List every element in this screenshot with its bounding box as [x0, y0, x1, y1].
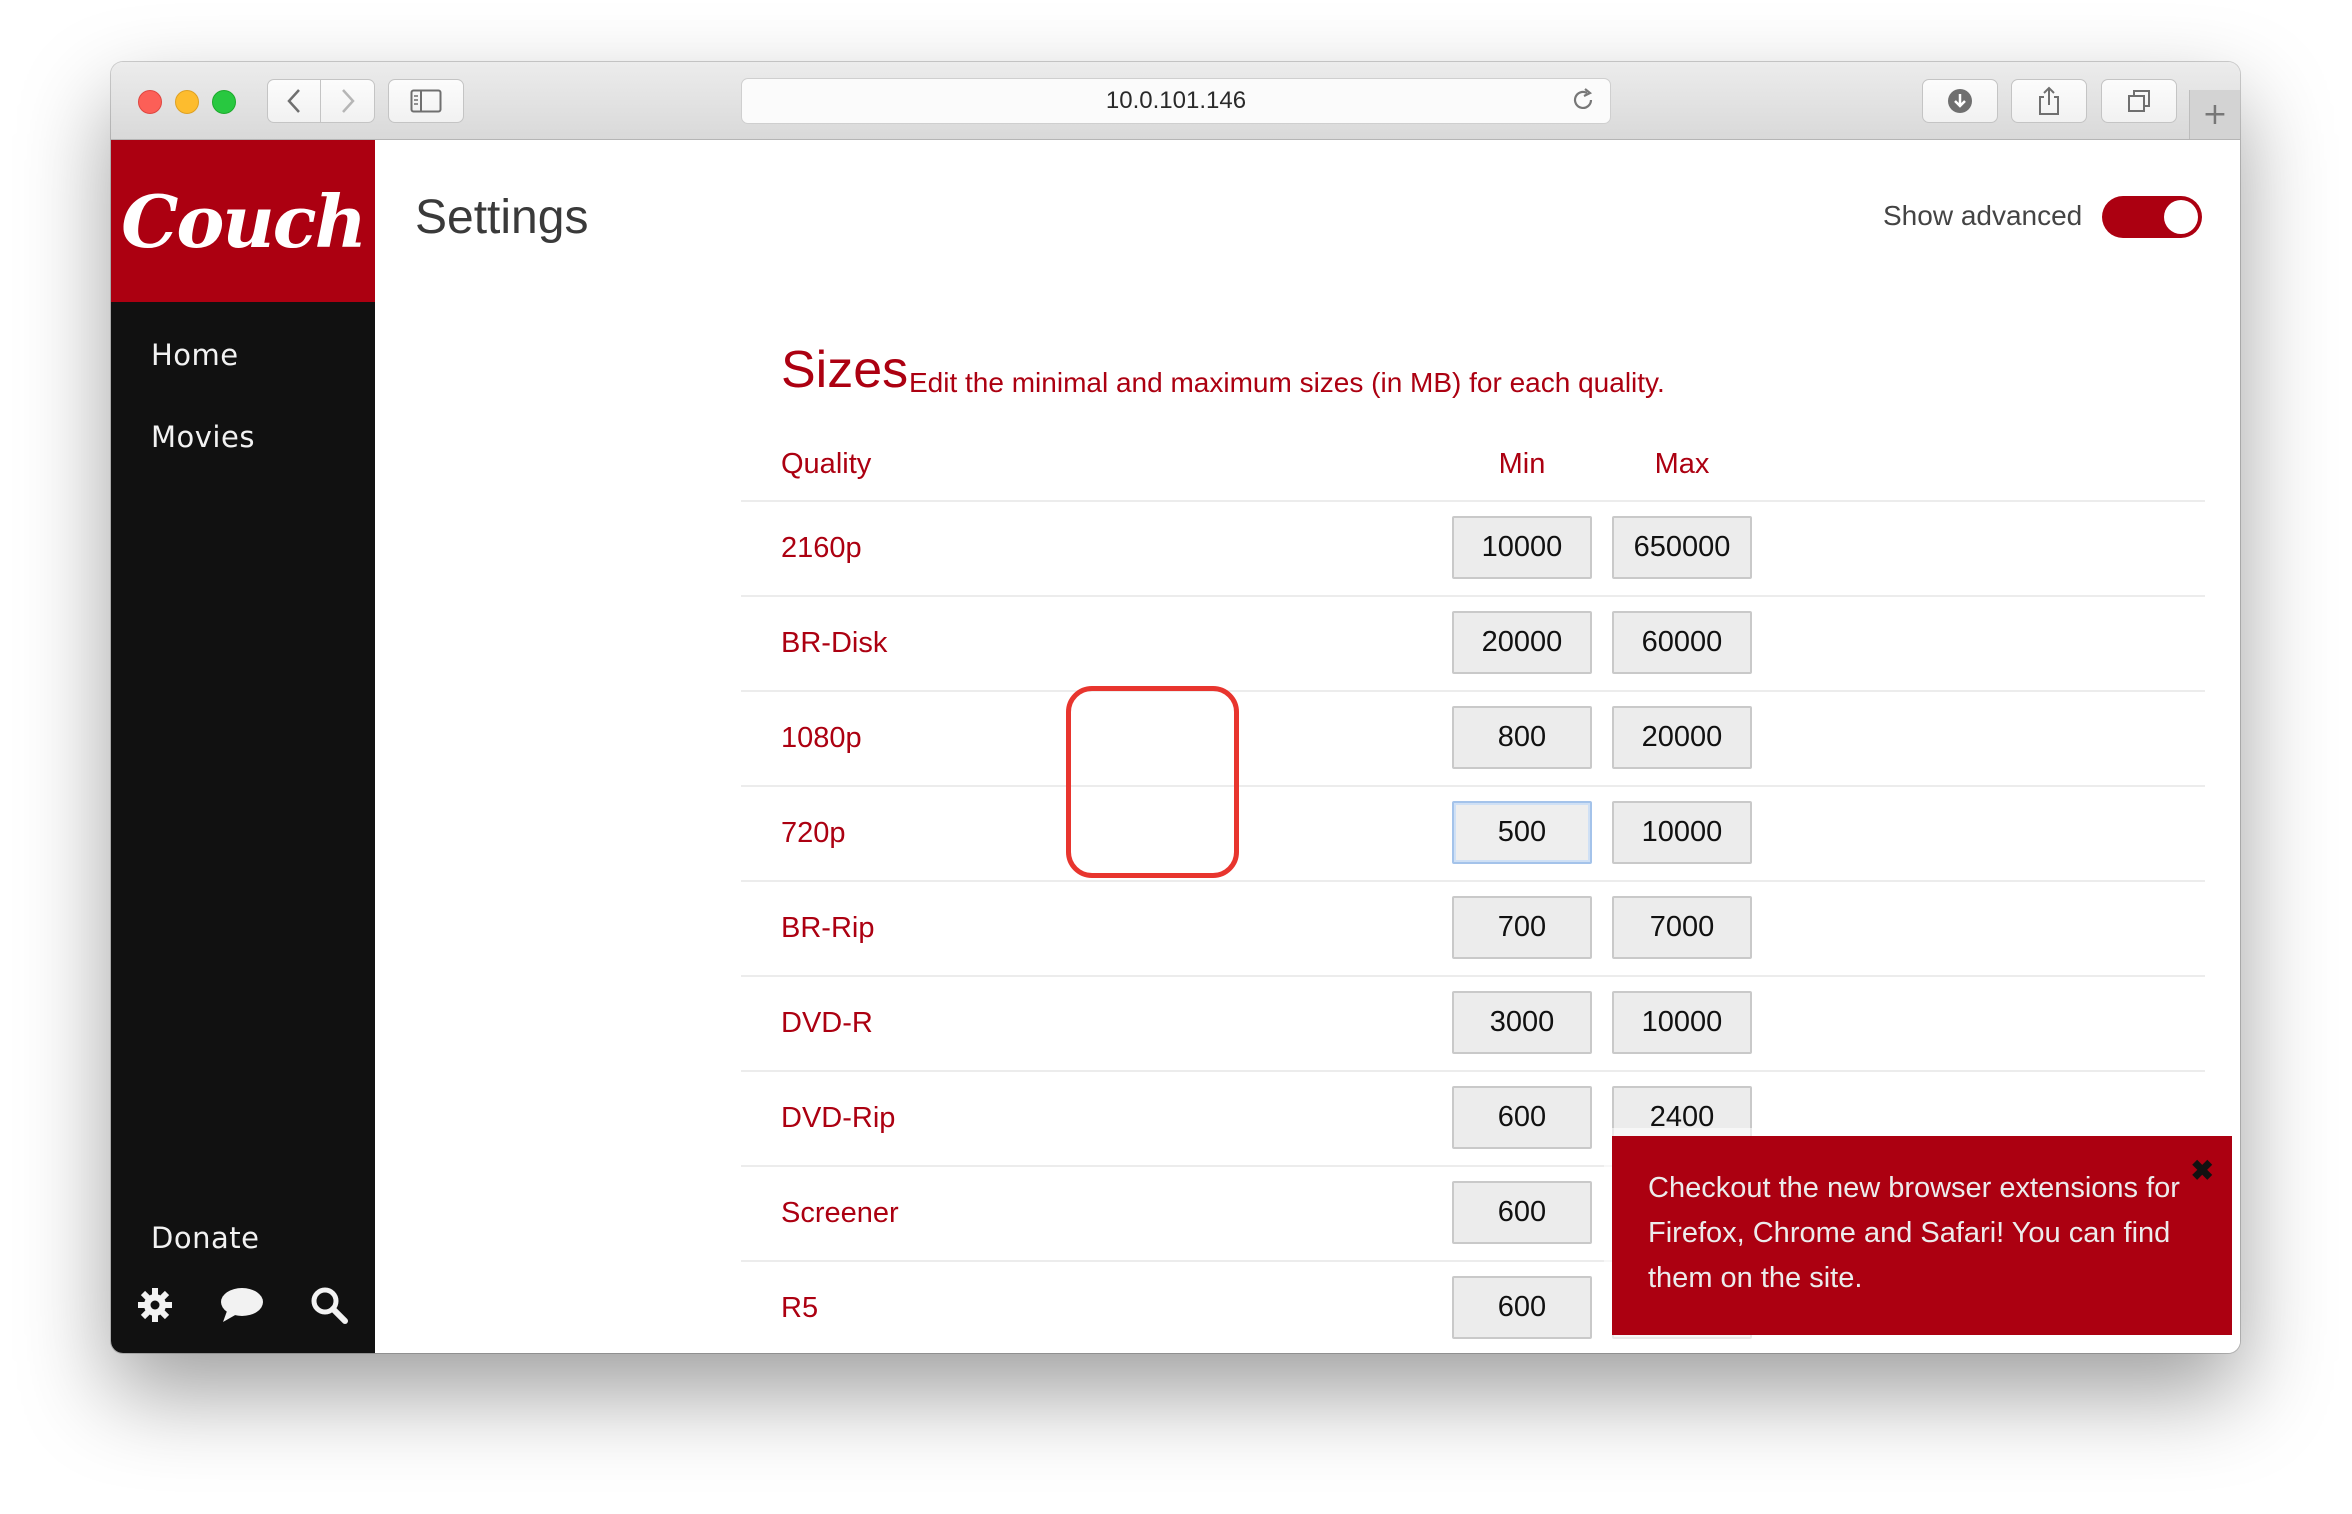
column-header-max: Max	[1654, 448, 1710, 480]
quality-label: 720p	[781, 817, 846, 849]
notification-toast: Checkout the new browser extensions for …	[1612, 1136, 2232, 1335]
sidebar-icon	[410, 89, 442, 113]
quality-label: 1080p	[781, 722, 862, 754]
min-size-input[interactable]: 600	[1452, 1086, 1592, 1149]
max-size-input[interactable]: 60000	[1612, 611, 1752, 674]
column-header-quality: Quality	[781, 448, 872, 480]
minimize-window-button[interactable]	[175, 90, 199, 114]
quality-label: BR-Disk	[781, 627, 888, 659]
quality-label: DVD-Rip	[781, 1102, 896, 1134]
sidebar: Couch Home Movies Donate	[111, 140, 375, 1353]
min-size-input[interactable]: 600	[1452, 1276, 1592, 1339]
quality-label: DVD-R	[781, 1007, 873, 1039]
max-size-input[interactable]: 7000	[1612, 896, 1752, 959]
column-header-min: Min	[1498, 448, 1546, 480]
zoom-window-button[interactable]	[212, 90, 236, 114]
quality-label: BR-Rip	[781, 912, 875, 944]
min-size-input[interactable]: 10000	[1452, 516, 1592, 579]
sidebar-item-home[interactable]: Home	[151, 338, 239, 372]
browser-toolbar: 10.0.101.146 +	[111, 62, 2240, 140]
show-advanced-toggle[interactable]	[2102, 196, 2202, 238]
reload-icon[interactable]	[1570, 87, 1596, 120]
chevron-left-icon	[287, 89, 300, 113]
show-advanced-label: Show advanced	[1883, 200, 2083, 231]
search-icon[interactable]	[309, 1285, 349, 1329]
quality-label: R5	[781, 1292, 819, 1324]
toast-message: Checkout the new browser extensions for …	[1648, 1172, 2180, 1294]
table-row: 2160p 10000 650000	[741, 502, 2205, 597]
table-row: 720p 500 10000	[741, 787, 2205, 882]
share-button[interactable]	[2011, 79, 2087, 123]
table-row: 1080p 800 20000	[741, 692, 2205, 787]
min-size-input[interactable]: 600	[1452, 1181, 1592, 1244]
max-size-input[interactable]: 10000	[1612, 991, 1752, 1054]
toggle-knob	[2164, 200, 2198, 234]
sizes-section-title: Sizes	[781, 341, 909, 399]
min-size-input[interactable]: 3000	[1452, 991, 1592, 1054]
table-row: BR-Rip 700 7000	[741, 882, 2205, 977]
quality-label: Screener	[781, 1197, 899, 1229]
chevron-right-icon	[341, 89, 355, 113]
min-size-input[interactable]: 800	[1452, 706, 1592, 769]
url-text: 10.0.101.146	[1105, 87, 1247, 114]
chat-icon[interactable]	[219, 1285, 265, 1329]
max-size-input[interactable]: 650000	[1612, 516, 1752, 579]
download-icon	[1948, 89, 1972, 113]
new-tab-button[interactable]: +	[2189, 90, 2240, 139]
table-row: BR-Disk 20000 60000	[741, 597, 2205, 692]
max-size-input[interactable]: 20000	[1612, 706, 1752, 769]
sidebar-toggle-button[interactable]	[388, 79, 464, 123]
tab-overview-button[interactable]	[2101, 79, 2177, 123]
table-row: DVD-R 3000 10000	[741, 977, 2205, 1072]
min-size-input[interactable]: 500	[1452, 801, 1592, 864]
close-icon[interactable]: ✖	[2191, 1148, 2214, 1193]
gear-icon[interactable]	[135, 1285, 175, 1329]
sidebar-item-donate[interactable]: Donate	[151, 1221, 259, 1255]
forward-button[interactable]	[321, 79, 375, 123]
sidebar-item-movies[interactable]: Movies	[151, 420, 255, 454]
address-bar[interactable]: 10.0.101.146	[741, 78, 1611, 124]
min-size-input[interactable]: 700	[1452, 896, 1592, 959]
tab-overview-icon	[2128, 90, 2150, 112]
couch-logo[interactable]: Couch	[111, 140, 375, 302]
min-size-input[interactable]: 20000	[1452, 611, 1592, 674]
close-window-button[interactable]	[138, 90, 162, 114]
back-button[interactable]	[267, 79, 321, 123]
downloads-button[interactable]	[1922, 79, 1998, 123]
sizes-section-description: Edit the minimal and maximum sizes (in M…	[909, 367, 1665, 398]
max-size-input[interactable]: 10000	[1612, 801, 1752, 864]
share-icon	[2039, 86, 2059, 115]
page-title: Settings	[415, 191, 589, 244]
quality-label: 2160p	[781, 532, 862, 564]
